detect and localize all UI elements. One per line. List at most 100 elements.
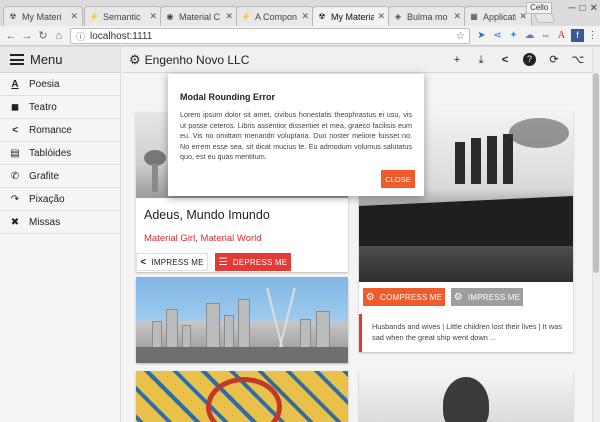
github-icon[interactable]: ⌥ [566, 53, 590, 67]
radiation-icon: ☢ [318, 11, 326, 21]
close-icon[interactable]: ✕ [453, 11, 461, 22]
mute-icon: ✖ [10, 216, 20, 228]
sidebar-title: Menu [30, 52, 63, 67]
menu-icon: ☰ [218, 256, 228, 268]
browser-tab[interactable]: ⚡ A Compon ✕ [236, 6, 314, 26]
close-icon[interactable]: ✕ [225, 11, 233, 22]
sidebar-item-pixacao[interactable]: ↷ Pixação [0, 188, 120, 211]
sidebar-item-missas[interactable]: ✖ Missas [0, 211, 120, 234]
tab-title: A Compon [255, 11, 298, 22]
building-shape [316, 311, 330, 349]
tab-title: My Materi [22, 11, 62, 22]
impress-me-button[interactable]: < IMPRESS ME [136, 253, 208, 271]
art-circle-shape [206, 377, 282, 422]
twitter-icon[interactable]: ✦ [507, 29, 520, 42]
sidebar-item-label: Grafite [29, 170, 60, 182]
close-window-icon[interactable]: ✕ [590, 3, 598, 14]
building-shape [238, 299, 250, 349]
profile-chip[interactable]: Cello [526, 2, 553, 14]
window-controls: ─ □ ✕ [568, 3, 598, 14]
extension-share-icon[interactable]: ⋖ [491, 29, 504, 42]
back-icon[interactable]: ← [4, 29, 18, 43]
impress-me-button[interactable]: ⚙ IMPRESS ME [451, 288, 523, 306]
sidebar-item-teatro[interactable]: ◼ Teatro [0, 96, 120, 119]
share-icon[interactable]: < [493, 53, 517, 67]
road-shape [136, 347, 348, 363]
button-label: COMPRESS ME [379, 292, 443, 302]
depress-me-button[interactable]: ☰ DEPRESS ME [215, 253, 291, 271]
extension-icon[interactable]: ⇔ [539, 29, 552, 42]
url-text: localhost:1111 [90, 30, 153, 42]
sidebar-item-tabloides[interactable]: ▤ Tablóides [0, 142, 120, 165]
browser-tab[interactable]: ◈ Bulma mo ✕ [388, 6, 466, 26]
button-label: IMPRESS ME [467, 292, 521, 302]
building-shape [224, 315, 234, 349]
close-button[interactable]: CLOSE [381, 170, 415, 188]
building-shape [182, 325, 191, 349]
browser-tab-active[interactable]: ☢ My Materia ✕ [312, 6, 390, 26]
extension-arrow-icon[interactable]: ➤ [475, 29, 488, 42]
scrollbar[interactable] [592, 47, 600, 422]
bolt-icon: ⚡ [89, 11, 99, 21]
tab-title: Material C [179, 11, 221, 22]
reload-icon[interactable]: ↻ [36, 29, 50, 43]
minimize-icon[interactable]: ─ [568, 3, 575, 14]
close-icon[interactable]: ✕ [149, 11, 157, 22]
share-icon: < [12, 124, 18, 136]
sidebar-item-label: Teatro [29, 101, 57, 113]
home-icon[interactable]: ⌂ [52, 29, 66, 43]
sidebar-item-label: Pixação [29, 193, 65, 205]
maximize-icon[interactable]: □ [580, 3, 586, 14]
button-label: DEPRESS ME [232, 257, 288, 267]
scrollbar-thumb[interactable] [593, 73, 599, 273]
extension-icon[interactable]: ☁ [523, 29, 536, 42]
tab-title: Semantic [103, 11, 141, 22]
gear-icon: ⚙ [365, 291, 375, 303]
browser-tab[interactable]: ⚡ Semantic ✕ [84, 6, 162, 26]
card-title: Adeus, Mundo Imundo [144, 208, 270, 222]
brand[interactable]: ⚙ Engenho Novo LLC [129, 52, 249, 68]
city-image [136, 277, 348, 363]
sidebar: Menu A Poesia ◼ Teatro < Romance ▤ Tabló… [0, 47, 121, 422]
brand-title: Engenho Novo LLC [144, 52, 250, 67]
funnel-shape [455, 142, 465, 184]
tab-title: Application [483, 11, 516, 22]
hamburger-icon[interactable] [10, 54, 24, 65]
modal-dialog: Modal Rounding Error Lorem ipsum dolor s… [168, 74, 424, 196]
redo-icon: ↷ [10, 193, 20, 205]
compress-me-button[interactable]: ⚙ COMPRESS ME [363, 288, 445, 306]
app-icon: ▦ [470, 11, 478, 21]
help-icon[interactable]: ? [523, 53, 536, 66]
funnel-shape [503, 134, 513, 184]
record-icon: ◉ [166, 11, 174, 21]
browser-tab[interactable]: ▦ Application ✕ [464, 6, 532, 26]
sidebar-item-grafite[interactable]: ✆ Grafite [0, 165, 120, 188]
font-extension-icon[interactable]: A [555, 29, 568, 42]
sidebar-header[interactable]: Menu [0, 47, 120, 73]
close-icon[interactable]: ✕ [377, 11, 385, 22]
sync-icon[interactable]: ⟳ [542, 53, 566, 67]
sidebar-item-label: Romance [29, 124, 72, 136]
sidebar-item-poesia[interactable]: A Poesia [0, 73, 120, 96]
menu-dots-icon[interactable]: ⋮ [586, 29, 599, 42]
bookmark-star-icon[interactable]: ☆ [456, 31, 465, 42]
info-icon[interactable]: ⓘ [76, 30, 85, 43]
card-subtitle: Material Girl, Material World [144, 233, 262, 244]
facebook-icon[interactable]: f [571, 29, 584, 42]
download-icon[interactable]: ⤓ [469, 53, 493, 67]
browser-tab[interactable]: ☢ My Materi ✕ [3, 6, 83, 26]
sidebar-item-label: Tablóides [29, 147, 72, 159]
close-icon[interactable]: ✕ [70, 11, 78, 22]
add-icon[interactable]: + [445, 53, 469, 67]
forward-icon[interactable]: → [20, 29, 34, 43]
bolt-icon: ⚡ [241, 11, 251, 21]
url-input[interactable]: ⓘ localhost:1111 ☆ [70, 28, 470, 44]
browser-tab[interactable]: ◉ Material C ✕ [160, 6, 238, 26]
funnel-shape [471, 138, 481, 184]
button-label: IMPRESS ME [151, 257, 204, 267]
phone-icon: ✆ [10, 170, 20, 182]
tab-title: My Materia [331, 11, 375, 22]
close-icon[interactable]: ✕ [301, 11, 309, 22]
sidebar-item-romance[interactable]: < Romance [0, 119, 120, 142]
message-icon: ▤ [10, 147, 20, 159]
